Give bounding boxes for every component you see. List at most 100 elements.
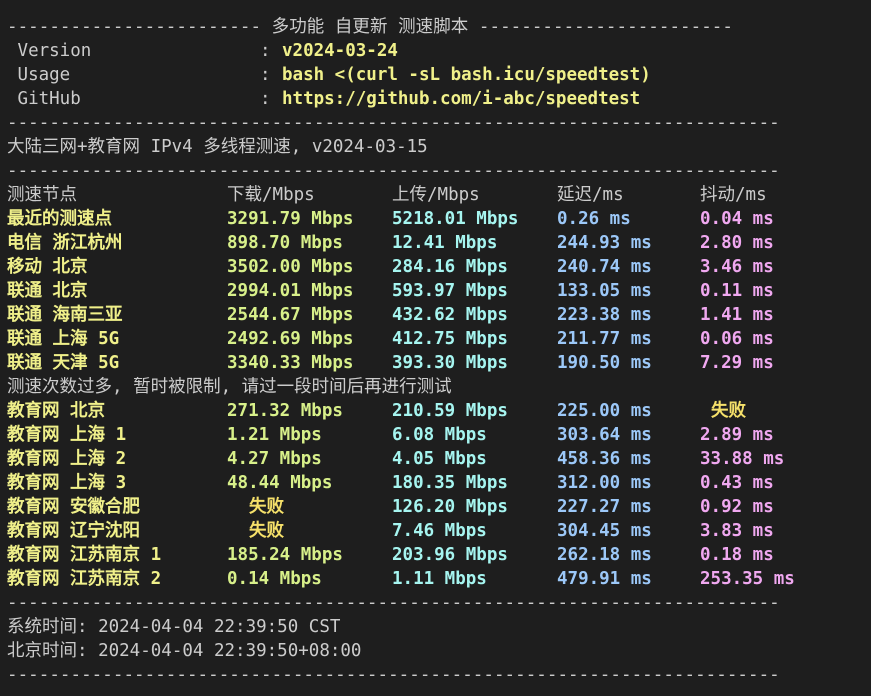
cell-download: 4.27 Mbps xyxy=(227,449,322,469)
cell-jitter: 253.35 ms xyxy=(700,569,795,589)
cell-upload: 432.62 Mbps xyxy=(392,305,508,325)
cell-node: 移动 北京 xyxy=(7,257,88,277)
cell-upload: 1.11 Mbps xyxy=(392,569,487,589)
cell-node: 最近的测速点 xyxy=(7,209,112,229)
github-link[interactable]: https://github.com/i-abc/speedtest xyxy=(282,87,640,111)
cell-latency: 223.38 ms xyxy=(557,305,652,325)
terminal-output: ------------------------ 多功能 自更新 测速脚本 --… xyxy=(0,0,871,696)
cell-download: 2544.67 Mbps xyxy=(227,305,354,325)
cell-download: 898.70 Mbps xyxy=(227,233,343,253)
section-title: 大陆三网+教育网 IPv4 多线程测速, v2024-03-15 xyxy=(7,137,428,157)
cell-latency: 133.05 ms xyxy=(557,281,652,301)
cell-latency: 240.74 ms xyxy=(557,257,652,277)
cell-jitter: 0.11 ms xyxy=(700,281,774,301)
cell-jitter: 1.41 ms xyxy=(700,305,774,325)
cell-latency: 244.93 ms xyxy=(557,233,652,253)
cell-download: 48.44 Mbps xyxy=(227,473,333,493)
cell-latency: 303.64 ms xyxy=(557,425,652,445)
cell-latency: 227.27 ms xyxy=(557,497,652,517)
cell-upload: 593.97 Mbps xyxy=(392,281,508,301)
cell-latency: 0.26 ms xyxy=(557,209,631,229)
cell-latency: 225.00 ms xyxy=(557,401,652,421)
cell-node: 教育网 安徽合肥 xyxy=(7,497,141,517)
usage-label: Usage xyxy=(7,65,71,85)
column-header-latency: 延迟/ms xyxy=(557,185,624,205)
usage-colon: : xyxy=(260,65,271,85)
cell-node: 联通 天津 5G xyxy=(7,353,120,373)
cell-latency: 304.45 ms xyxy=(557,521,652,541)
cell-download: 185.24 Mbps xyxy=(227,545,343,565)
cell-jitter: 3.83 ms xyxy=(700,521,774,541)
rate-limit-notice: 测速次数过多, 暂时被限制, 请过一段时间后再进行测试 xyxy=(7,377,452,397)
cell-upload: 210.59 Mbps xyxy=(392,401,508,421)
cell-jitter: 0.43 ms xyxy=(700,473,774,493)
cell-jitter: 0.04 ms xyxy=(700,209,774,229)
cell-upload: 6.08 Mbps xyxy=(392,425,487,445)
cell-latency: 190.50 ms xyxy=(557,353,652,373)
column-header-upload: 上传/Mbps xyxy=(392,185,480,205)
cell-upload: 412.75 Mbps xyxy=(392,329,508,349)
cell-upload: 203.96 Mbps xyxy=(392,545,508,565)
cell-jitter: 7.29 ms xyxy=(700,353,774,373)
cell-node: 教育网 辽宁沈阳 xyxy=(7,521,141,541)
cell-upload: 126.20 Mbps xyxy=(392,497,508,517)
system-time: 系统时间: 2024-04-04 22:39:50 CST xyxy=(7,617,341,637)
header-row-version: Version : v2024-03-24 xyxy=(7,39,398,63)
column-headers: 测速节点 下载/Mbps 上传/Mbps 延迟/ms 抖动/ms xyxy=(7,183,767,207)
cell-node: 教育网 江苏南京 1 xyxy=(7,545,162,565)
cell-jitter: 失败 xyxy=(711,401,746,421)
cell-node: 教育网 北京 xyxy=(7,401,106,421)
cell-upload: 393.30 Mbps xyxy=(392,353,508,373)
cell-latency: 458.36 ms xyxy=(557,449,652,469)
cell-upload: 12.41 Mbps xyxy=(392,233,498,253)
cell-node: 电信 浙江杭州 xyxy=(7,233,123,253)
cell-upload: 4.05 Mbps xyxy=(392,449,487,469)
version-value: v2024-03-24 xyxy=(282,41,398,61)
cell-node: 教育网 上海 1 xyxy=(7,425,127,445)
cell-download: 2492.69 Mbps xyxy=(227,329,354,349)
column-header-node: 测速节点 xyxy=(7,185,77,205)
cell-upload: 7.46 Mbps xyxy=(392,521,487,541)
divider: ----------------------------------------… xyxy=(7,161,780,181)
usage-value: bash <(curl -sL bash.icu/speedtest) xyxy=(282,65,651,85)
version-colon: : xyxy=(260,41,271,61)
cell-node: 教育网 江苏南京 2 xyxy=(7,569,162,589)
divider: ----------------------------------------… xyxy=(7,593,780,613)
cell-download: 1.21 Mbps xyxy=(227,425,322,445)
cell-download: 3291.79 Mbps xyxy=(227,209,354,229)
cell-upload: 180.35 Mbps xyxy=(392,473,508,493)
header-title-line: ------------------------ 多功能 自更新 测速脚本 --… xyxy=(7,17,733,37)
cell-jitter: 33.88 ms xyxy=(700,449,785,469)
cell-node: 教育网 上海 2 xyxy=(7,449,127,469)
cell-download: 2994.01 Mbps xyxy=(227,281,354,301)
github-colon: : xyxy=(260,89,271,109)
header-row-usage: Usage : bash <(curl -sL bash.icu/speedte… xyxy=(7,63,651,87)
beijing-time: 北京时间: 2024-04-04 22:39:50+08:00 xyxy=(7,641,362,661)
cell-jitter: 2.80 ms xyxy=(700,233,774,253)
version-label: Version xyxy=(7,41,92,61)
cell-download: 3340.33 Mbps xyxy=(227,353,354,373)
cell-node: 联通 海南三亚 xyxy=(7,305,123,325)
cell-latency: 479.91 ms xyxy=(557,569,652,589)
cell-download: 3502.00 Mbps xyxy=(227,257,354,277)
header-row-github: GitHub : https://github.com/i-abc/speedt… xyxy=(7,87,641,111)
column-header-jitter: 抖动/ms xyxy=(700,185,767,205)
cell-node: 联通 上海 5G xyxy=(7,329,120,349)
cell-upload: 284.16 Mbps xyxy=(392,257,508,277)
column-header-download: 下载/Mbps xyxy=(227,185,315,205)
cell-latency: 211.77 ms xyxy=(557,329,652,349)
cell-download: 失败 xyxy=(249,521,284,541)
cell-node: 教育网 上海 3 xyxy=(7,473,127,493)
cell-jitter: 0.06 ms xyxy=(700,329,774,349)
cell-download: 失败 xyxy=(249,497,284,517)
cell-upload: 5218.01 Mbps xyxy=(392,209,519,229)
cell-node: 联通 北京 xyxy=(7,281,88,301)
divider: ----------------------------------------… xyxy=(7,665,780,685)
cell-download: 0.14 Mbps xyxy=(227,569,322,589)
cell-jitter: 0.92 ms xyxy=(700,497,774,517)
cell-jitter: 0.18 ms xyxy=(700,545,774,565)
cell-jitter: 2.89 ms xyxy=(700,425,774,445)
cell-latency: 312.00 ms xyxy=(557,473,652,493)
divider: ----------------------------------------… xyxy=(7,113,780,133)
github-label: GitHub xyxy=(7,89,81,109)
